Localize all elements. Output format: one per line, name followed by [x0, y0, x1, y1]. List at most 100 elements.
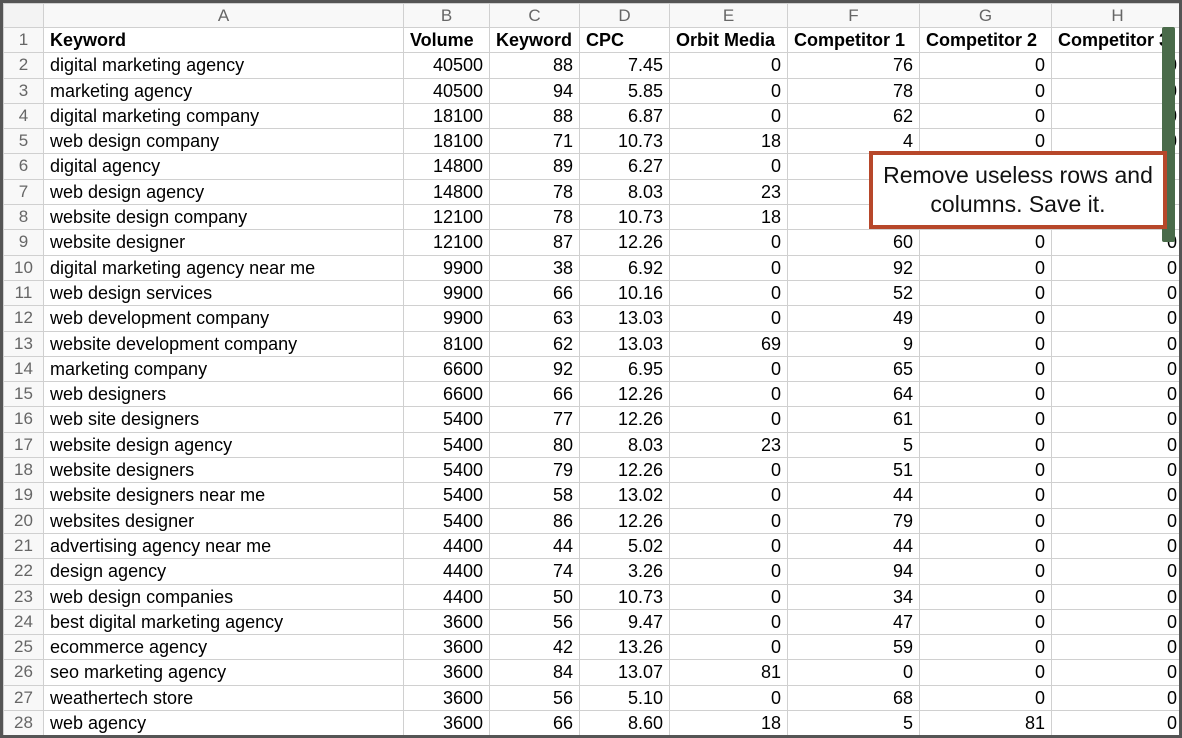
cell[interactable]: 0: [670, 103, 788, 128]
cell[interactable]: 13.26: [580, 635, 670, 660]
cell[interactable]: 0: [920, 559, 1052, 584]
cell[interactable]: 0: [670, 306, 788, 331]
col-header-G[interactable]: G: [920, 4, 1052, 28]
cell[interactable]: 0: [1052, 407, 1180, 432]
cell[interactable]: Competitor 2: [920, 28, 1052, 53]
cell[interactable]: 6.92: [580, 255, 670, 280]
cell[interactable]: 0: [920, 584, 1052, 609]
cell[interactable]: 0: [920, 280, 1052, 305]
cell[interactable]: 0: [920, 103, 1052, 128]
cell[interactable]: 79: [788, 508, 920, 533]
cell[interactable]: Keyword: [490, 28, 580, 53]
cell[interactable]: 0: [1052, 331, 1180, 356]
cell[interactable]: 0: [920, 382, 1052, 407]
cell[interactable]: Keyword: [44, 28, 404, 53]
cell[interactable]: web development company: [44, 306, 404, 331]
cell[interactable]: web site designers: [44, 407, 404, 432]
cell[interactable]: 40500: [404, 53, 490, 78]
cell[interactable]: 10.16: [580, 280, 670, 305]
cell[interactable]: 0: [1052, 230, 1180, 255]
cell[interactable]: 0: [1052, 508, 1180, 533]
cell[interactable]: 0: [1052, 280, 1180, 305]
table-row[interactable]: 27weathertech store3600565.1006800: [4, 685, 1180, 710]
cell[interactable]: 12.26: [580, 458, 670, 483]
cell[interactable]: 12.26: [580, 230, 670, 255]
row-header[interactable]: 14: [4, 356, 44, 381]
select-all-corner[interactable]: [4, 4, 44, 28]
cell[interactable]: 0: [1052, 483, 1180, 508]
table-row[interactable]: 19website designers near me54005813.0204…: [4, 483, 1180, 508]
cell[interactable]: marketing agency: [44, 78, 404, 103]
row-header[interactable]: 11: [4, 280, 44, 305]
cell[interactable]: websites designer: [44, 508, 404, 533]
cell[interactable]: Competitor 1: [788, 28, 920, 53]
cell[interactable]: 9900: [404, 280, 490, 305]
col-header-F[interactable]: F: [788, 4, 920, 28]
table-row[interactable]: 16web site designers54007712.2606100: [4, 407, 1180, 432]
row-header[interactable]: 25: [4, 635, 44, 660]
cell[interactable]: 47: [788, 609, 920, 634]
cell[interactable]: 94: [490, 78, 580, 103]
cell[interactable]: ecommerce agency: [44, 635, 404, 660]
cell[interactable]: 6.27: [580, 154, 670, 179]
cell[interactable]: website designers near me: [44, 483, 404, 508]
cell[interactable]: 0: [1052, 78, 1180, 103]
cell[interactable]: 18: [670, 129, 788, 154]
row-header[interactable]: 13: [4, 331, 44, 356]
table-row[interactable]: 12web development company99006313.030490…: [4, 306, 1180, 331]
row-header[interactable]: 6: [4, 154, 44, 179]
cell[interactable]: 0: [670, 407, 788, 432]
cell[interactable]: 9: [788, 331, 920, 356]
cell[interactable]: 18100: [404, 129, 490, 154]
cell[interactable]: 66: [490, 711, 580, 735]
cell[interactable]: 0: [670, 78, 788, 103]
cell[interactable]: CPC: [580, 28, 670, 53]
cell[interactable]: 0: [670, 458, 788, 483]
cell[interactable]: 18: [670, 205, 788, 230]
cell[interactable]: 5400: [404, 407, 490, 432]
cell[interactable]: 0: [920, 255, 1052, 280]
cell[interactable]: 79: [490, 458, 580, 483]
cell[interactable]: 81: [920, 711, 1052, 735]
cell[interactable]: 59: [788, 635, 920, 660]
cell[interactable]: 7.45: [580, 53, 670, 78]
cell[interactable]: 86: [490, 508, 580, 533]
cell[interactable]: Competitor 3: [1052, 28, 1180, 53]
table-row[interactable]: 17website design agency5400808.0323500: [4, 432, 1180, 457]
cell[interactable]: 0: [1052, 306, 1180, 331]
cell[interactable]: seo marketing agency: [44, 660, 404, 685]
cell[interactable]: 64: [788, 382, 920, 407]
cell[interactable]: 0: [1052, 382, 1180, 407]
cell[interactable]: marketing company: [44, 356, 404, 381]
cell[interactable]: 0: [670, 53, 788, 78]
row-header[interactable]: 2: [4, 53, 44, 78]
cell[interactable]: 71: [490, 129, 580, 154]
cell[interactable]: 3.26: [580, 559, 670, 584]
table-row[interactable]: 15web designers66006612.2606400: [4, 382, 1180, 407]
cell[interactable]: 12.26: [580, 407, 670, 432]
cell[interactable]: 23: [670, 179, 788, 204]
cell[interactable]: 42: [490, 635, 580, 660]
cell[interactable]: 12.26: [580, 508, 670, 533]
cell[interactable]: 9.47: [580, 609, 670, 634]
row-header[interactable]: 20: [4, 508, 44, 533]
col-header-D[interactable]: D: [580, 4, 670, 28]
cell[interactable]: 0: [1052, 432, 1180, 457]
cell[interactable]: 0: [1052, 584, 1180, 609]
cell[interactable]: 61: [788, 407, 920, 432]
row-header[interactable]: 26: [4, 660, 44, 685]
cell[interactable]: web design companies: [44, 584, 404, 609]
cell[interactable]: 0: [920, 635, 1052, 660]
cell[interactable]: 12100: [404, 205, 490, 230]
cell[interactable]: 10.73: [580, 584, 670, 609]
cell[interactable]: 0: [670, 635, 788, 660]
row-header[interactable]: 19: [4, 483, 44, 508]
cell[interactable]: Orbit Media: [670, 28, 788, 53]
row-header[interactable]: 10: [4, 255, 44, 280]
cell[interactable]: 3600: [404, 635, 490, 660]
cell[interactable]: 6.87: [580, 103, 670, 128]
cell[interactable]: 51: [788, 458, 920, 483]
cell[interactable]: 66: [490, 382, 580, 407]
cell[interactable]: 88: [490, 53, 580, 78]
cell[interactable]: 9900: [404, 255, 490, 280]
